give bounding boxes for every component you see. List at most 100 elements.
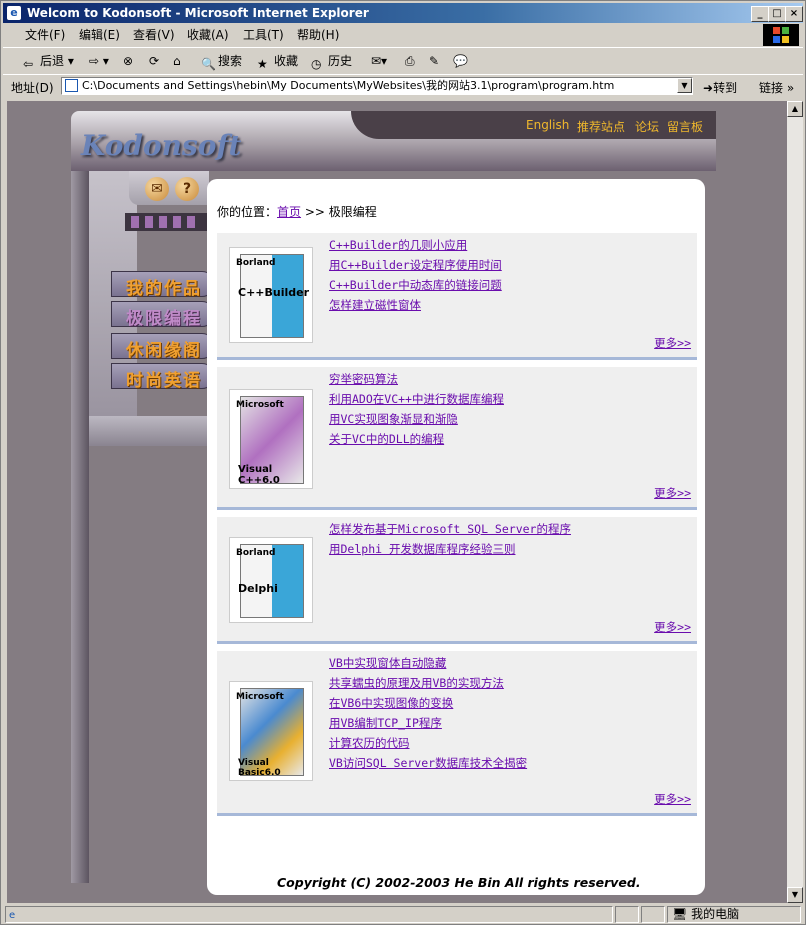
article-link[interactable]: 计算农历的代码 (329, 733, 527, 753)
windows-flag-icon (763, 24, 799, 46)
edit-button[interactable]: ✎ (429, 52, 439, 70)
history-button[interactable]: ◷ 历史 (311, 52, 352, 71)
address-url: C:\Documents and Settings\hebin\My Docum… (82, 79, 615, 92)
status-text-cell: e (5, 906, 613, 923)
address-label: 地址(D) (11, 81, 54, 95)
forward-button[interactable]: ⇨ ▾ (89, 52, 109, 70)
history-icon: ◷ (311, 57, 322, 71)
more-link[interactable]: 更多>> (654, 791, 691, 807)
article-links: 穷举密码算法 利用ADO在VC++中进行数据库编程 用VC实现图象渐显和渐隐 关… (329, 369, 504, 449)
vertical-scrollbar[interactable]: ▲ ▼ (787, 101, 803, 903)
scroll-up-button[interactable]: ▲ (787, 101, 803, 117)
copyright-text: Copyright (C) 2002-2003 He Bin All right… (277, 875, 641, 890)
english-link[interactable]: English (526, 118, 569, 132)
back-button[interactable]: ⇦ 后退 ▾ (23, 52, 74, 71)
security-zone: 🖥 我的电脑 (667, 906, 801, 923)
status-cell (641, 906, 665, 923)
scroll-down-button[interactable]: ▼ (787, 887, 803, 903)
forum-link[interactable]: 论坛 (635, 118, 659, 135)
maximize-button[interactable]: □ (768, 6, 786, 22)
forward-arrow-icon: ⇨ ▾ (89, 54, 109, 68)
ie-logo-icon: e (7, 6, 21, 20)
left-panel-base (89, 416, 209, 446)
article-link[interactable]: 在VB6中实现图像的变换 (329, 693, 527, 713)
discuss-button[interactable]: 💬 (453, 52, 468, 70)
content-panel: 你的位置：首页 >> 极限编程 Borland C++Builder C++Bu… (207, 179, 705, 895)
breadcrumb-home-link[interactable]: 首页 (277, 205, 301, 219)
article-link[interactable]: 怎样发布基于Microsoft SQL Server的程序 (329, 519, 571, 539)
more-link[interactable]: 更多>> (654, 619, 691, 635)
article-link[interactable]: 利用ADO在VC++中进行数据库编程 (329, 389, 504, 409)
search-button[interactable]: 🔍 搜索 (201, 52, 242, 71)
title-bar[interactable]: e Welcom to Kodonsoft - Microsoft Intern… (3, 3, 803, 23)
help-icon[interactable]: ? (175, 177, 199, 201)
article-link[interactable]: C++Builder的几则小应用 (329, 235, 502, 255)
links-button[interactable]: 链接 » (759, 79, 794, 96)
article-section: Microsoft Visual Basic6.0 VB中实现窗体自动隐藏 共享… (217, 651, 697, 816)
article-link[interactable]: 用Delphi 开发数据库程序经验三则 (329, 539, 571, 559)
menu-favorites[interactable]: 收藏(A) (187, 27, 229, 43)
nav-extreme-programming[interactable]: 极限编程 (111, 301, 215, 329)
computer-icon: 🖥 (672, 907, 688, 921)
nav-leisure[interactable]: 休闲缘阁 (111, 333, 215, 361)
refresh-button[interactable]: ⟳ (149, 52, 159, 70)
address-bar: 地址(D) C:\Documents and Settings\hebin\My… (3, 74, 803, 99)
favorites-button[interactable]: ★ 收藏 (257, 52, 298, 71)
stop-icon: ⊗ (123, 54, 134, 68)
page-viewport: Kodonsoft English 推荐站点 论坛 留言板 ✉ ? 我的作品 极… (7, 101, 787, 903)
home-icon: ⌂ (173, 54, 181, 68)
status-cell (615, 906, 639, 923)
article-link[interactable]: 怎样建立磁性窗体 (329, 295, 502, 315)
article-link[interactable]: C++Builder中动态库的链接问题 (329, 275, 502, 295)
mail-icon: ✉▾ (371, 54, 388, 68)
menu-view[interactable]: 查看(V) (133, 27, 175, 43)
go-arrow-icon: ➜ (703, 81, 714, 95)
mail-button[interactable]: ✉▾ (371, 52, 387, 70)
back-arrow-icon: ⇦ (23, 57, 34, 71)
article-link[interactable]: 用VC实现图象渐显和渐隐 (329, 409, 504, 429)
mail-icon[interactable]: ✉ (145, 177, 169, 201)
nav-my-works[interactable]: 我的作品 (111, 271, 215, 299)
more-link[interactable]: 更多>> (654, 485, 691, 501)
recommended-sites-link[interactable]: 推荐站点 (577, 118, 625, 135)
breadcrumb: 你的位置：首页 >> 极限编程 (217, 205, 377, 219)
article-link[interactable]: VB访问SQL Server数据库技术全揭密 (329, 753, 527, 773)
decorative-stripes (125, 213, 211, 231)
menu-help[interactable]: 帮助(H) (297, 27, 339, 43)
guestbook-link[interactable]: 留言板 (667, 118, 703, 135)
article-link[interactable]: 用VB编制TCP_IP程序 (329, 713, 527, 733)
favorites-icon: ★ (257, 57, 268, 71)
window-title: Welcom to Kodonsoft - Microsoft Internet… (27, 6, 369, 20)
article-link[interactable]: VB中实现窗体自动隐藏 (329, 653, 527, 673)
home-button[interactable]: ⌂ (173, 52, 181, 70)
print-button[interactable]: ⎙ (405, 52, 415, 70)
page-icon (65, 79, 78, 92)
article-link[interactable]: 关于VC中的DLL的编程 (329, 429, 504, 449)
menu-file[interactable]: 文件(F) (25, 27, 65, 43)
product-box-image: Borland C++Builder (229, 247, 313, 343)
address-dropdown-button[interactable]: ▼ (677, 78, 692, 93)
article-link[interactable]: 共享蠕虫的原理及用VB的实现方法 (329, 673, 527, 693)
nav-fashion-english[interactable]: 时尚英语 (111, 363, 215, 391)
left-frame (71, 171, 89, 883)
status-bar: e 🖥 我的电脑 (3, 905, 803, 924)
stop-button[interactable]: ⊗ (123, 52, 133, 70)
product-box-image: Microsoft Visual Basic6.0 (229, 681, 313, 781)
article-link[interactable]: 用C++Builder设定程序使用时间 (329, 255, 502, 275)
article-section: Microsoft Visual C++6.0 穷举密码算法 利用ADO在VC+… (217, 367, 697, 510)
product-box-image: Microsoft Visual C++6.0 (229, 389, 313, 489)
minimize-button[interactable]: _ (751, 6, 769, 22)
menu-edit[interactable]: 编辑(E) (79, 27, 120, 43)
refresh-icon: ⟳ (149, 54, 160, 68)
more-link[interactable]: 更多>> (654, 335, 691, 351)
site-header: Kodonsoft English 推荐站点 论坛 留言板 (71, 111, 716, 171)
article-link[interactable]: 穷举密码算法 (329, 369, 504, 389)
menu-bar: 文件(F) 编辑(E) 查看(V) 收藏(A) 工具(T) 帮助(H) (3, 25, 803, 45)
address-input[interactable]: C:\Documents and Settings\hebin\My Docum… (61, 77, 693, 95)
close-button[interactable]: × (785, 6, 803, 22)
go-button[interactable]: ➜转到 (703, 79, 737, 96)
menu-tools[interactable]: 工具(T) (243, 27, 284, 43)
article-links: C++Builder的几则小应用 用C++Builder设定程序使用时间 C++… (329, 235, 502, 315)
site-logo: Kodonsoft (81, 129, 242, 162)
article-section: Borland C++Builder C++Builder的几则小应用 用C++… (217, 233, 697, 360)
